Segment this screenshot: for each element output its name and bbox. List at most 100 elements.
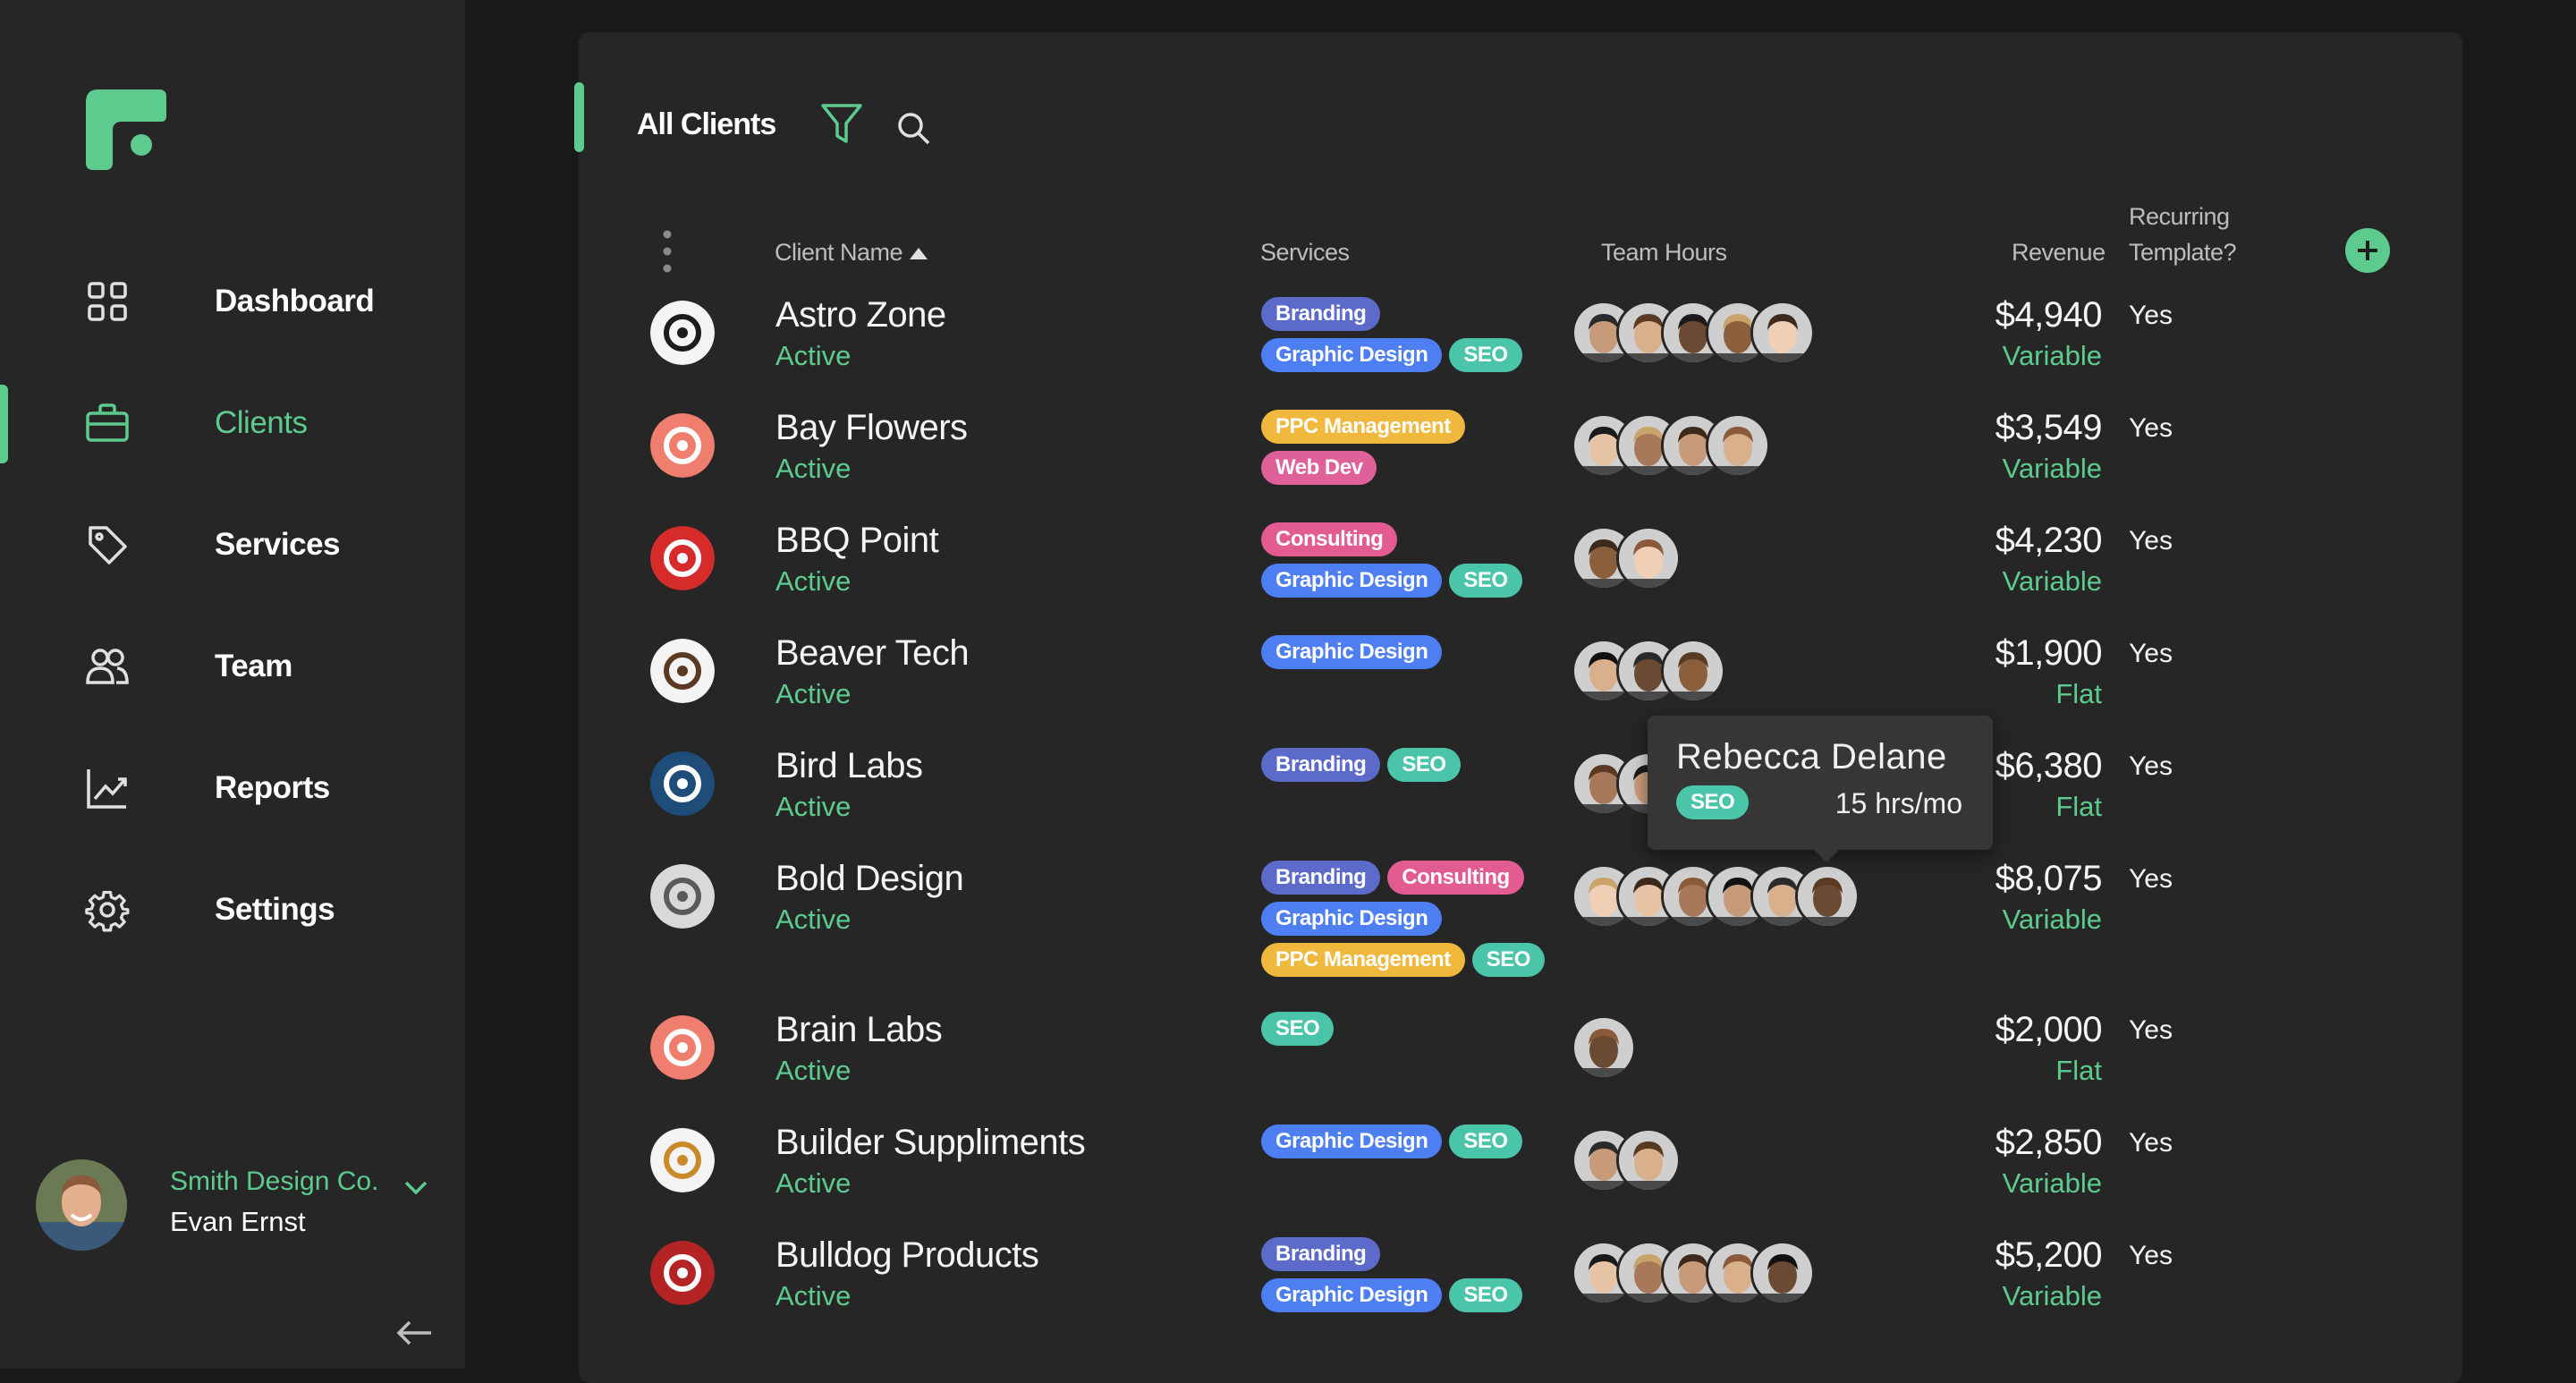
client-name[interactable]: Beaver Tech — [775, 633, 970, 674]
service-tag[interactable]: Web Dev — [1261, 451, 1377, 485]
client-name[interactable]: Bird Labs — [775, 746, 923, 786]
service-tag[interactable]: SEO — [1449, 1278, 1522, 1312]
column-header-template[interactable]: Template? — [2129, 239, 2237, 267]
client-name[interactable]: Builder Suppliments — [775, 1123, 1086, 1163]
sidebar-item-dashboard[interactable]: Dashboard — [0, 257, 465, 346]
service-tag[interactable]: SEO — [1261, 1012, 1335, 1046]
client-name[interactable]: Bold Design — [775, 859, 964, 899]
client-name[interactable]: Bay Flowers — [775, 408, 968, 448]
service-tag[interactable]: Branding — [1261, 861, 1381, 895]
table-row[interactable]: BBQ Point Active Consulting Graphic Design S… — [626, 521, 2415, 633]
team-avatars — [1572, 301, 1815, 365]
search-icon[interactable] — [894, 109, 932, 147]
recurring-template-value: Yes — [2129, 751, 2173, 781]
service-tag[interactable]: Graphic Design — [1261, 338, 1443, 372]
revenue-type: Variable — [2002, 340, 2102, 371]
team-avatars — [1572, 413, 1770, 478]
team-member-avatar[interactable] — [1616, 1128, 1681, 1192]
sidebar-item-services[interactable]: Services — [0, 500, 465, 590]
service-tag[interactable]: Branding — [1261, 297, 1381, 331]
column-options-icon[interactable] — [660, 229, 674, 274]
service-tag[interactable]: Consulting — [1261, 522, 1398, 556]
team-avatars — [1572, 864, 1860, 929]
team-member-avatar[interactable] — [1616, 526, 1681, 590]
team-member-avatar[interactable] — [1706, 413, 1770, 478]
sidebar-item-reports[interactable]: Reports — [0, 743, 465, 833]
services-list: Branding Graphic Design SEO — [1261, 297, 1556, 372]
revenue-type: Flat — [2055, 1055, 2102, 1086]
services-list: Graphic Design — [1261, 635, 1556, 669]
chart-icon — [84, 765, 131, 811]
client-name[interactable]: BBQ Point — [775, 521, 939, 561]
table-row[interactable]: Astro Zone Active Branding Graphic Design SE… — [626, 295, 2415, 408]
table-row[interactable]: Bold Design Active Branding Consulting Graph… — [626, 859, 2415, 977]
table-row[interactable]: Bay Flowers Active PPC Management Web Dev $3… — [626, 408, 2415, 521]
services-list: Branding Graphic Design SEO — [1261, 1237, 1556, 1312]
service-tag[interactable]: Consulting — [1387, 861, 1524, 895]
chevron-down-icon[interactable] — [401, 1172, 431, 1202]
plus-icon — [2358, 241, 2377, 260]
services-list: SEO — [1261, 1012, 1556, 1046]
service-tag[interactable]: Graphic Design — [1261, 1278, 1443, 1312]
service-tag[interactable]: Graphic Design — [1261, 1124, 1443, 1158]
recurring-template-value: Yes — [2129, 526, 2173, 556]
user-name: Evan Ernst — [170, 1206, 306, 1237]
service-tag[interactable]: SEO — [1449, 1124, 1522, 1158]
services-list: Branding Consulting Graphic Design PPC Mana… — [1261, 861, 1556, 977]
client-status: Active — [775, 791, 852, 822]
team-avatars — [1572, 1128, 1681, 1192]
org-switcher[interactable]: Smith Design Co. Evan Ernst — [36, 1159, 447, 1252]
revenue-type: Variable — [2002, 565, 2102, 597]
service-tag[interactable]: Branding — [1261, 748, 1381, 782]
app-logo[interactable] — [86, 89, 166, 170]
service-tag[interactable]: Graphic Design — [1261, 564, 1443, 598]
service-tag[interactable]: PPC Management — [1261, 943, 1465, 977]
user-avatar[interactable] — [36, 1159, 127, 1251]
table-row[interactable]: Bulldog Products Active Branding Graphic De… — [626, 1235, 2415, 1348]
team-member-avatar[interactable] — [1572, 1015, 1636, 1080]
services-list: Branding SEO — [1261, 748, 1556, 782]
recurring-template-value: Yes — [2129, 413, 2173, 443]
client-logo — [650, 526, 715, 590]
column-header-recurring[interactable]: Recurring — [2129, 203, 2230, 231]
service-tag[interactable]: SEO — [1449, 564, 1522, 598]
client-status: Active — [775, 1167, 852, 1199]
team-avatars — [1572, 1241, 1815, 1305]
team-member-avatar[interactable] — [1750, 1241, 1815, 1305]
filter-icon[interactable] — [819, 100, 864, 148]
tooltip-service-tag: SEO — [1676, 785, 1750, 819]
sidebar-item-team[interactable]: Team — [0, 622, 465, 711]
client-name[interactable]: Brain Labs — [775, 1010, 943, 1050]
table-row[interactable]: Builder Suppliments Active Graphic Design S… — [626, 1123, 2415, 1235]
client-status: Active — [775, 904, 852, 935]
service-tag[interactable]: SEO — [1449, 338, 1522, 372]
sidebar-item-settings[interactable]: Settings — [0, 865, 465, 955]
service-tag[interactable]: Branding — [1261, 1237, 1381, 1271]
revenue-amount: $5,200 — [1995, 1235, 2103, 1275]
sidebar-item-label: Clients — [215, 405, 308, 440]
sidebar-item-clients[interactable]: Clients — [0, 378, 465, 468]
service-tag[interactable]: Graphic Design — [1261, 902, 1443, 936]
users-icon — [84, 643, 131, 690]
service-tag[interactable]: SEO — [1471, 943, 1545, 977]
table-row[interactable]: Bird Labs Active Branding SEO $6,380 Flat Yes — [626, 746, 2415, 859]
sidebar-item-label: Team — [215, 649, 292, 683]
briefcase-icon — [84, 400, 131, 446]
service-tag[interactable]: PPC Management — [1261, 410, 1465, 444]
column-header-client-name[interactable]: Client Name — [775, 239, 929, 267]
client-name[interactable]: Bulldog Products — [775, 1235, 1039, 1276]
column-header-team-hours[interactable]: Team Hours — [1601, 239, 1727, 267]
team-member-avatar[interactable] — [1750, 301, 1815, 365]
add-client-button[interactable] — [2345, 228, 2390, 273]
column-header-services[interactable]: Services — [1260, 239, 1350, 267]
team-member-avatar[interactable] — [1795, 864, 1860, 929]
table-row[interactable]: Beaver Tech Active Graphic Design $1,900 Fla… — [626, 633, 2415, 746]
service-tag[interactable]: SEO — [1387, 748, 1461, 782]
column-header-revenue[interactable]: Revenue — [2012, 239, 2106, 267]
service-tag[interactable]: Graphic Design — [1261, 635, 1443, 669]
collapse-sidebar-icon[interactable] — [394, 1315, 435, 1351]
revenue-type: Flat — [2055, 678, 2102, 709]
table-row[interactable]: Brain Labs Active SEO $2,000 Flat Yes — [626, 1010, 2415, 1123]
client-name[interactable]: Astro Zone — [775, 295, 946, 335]
team-member-avatar[interactable] — [1661, 639, 1725, 703]
